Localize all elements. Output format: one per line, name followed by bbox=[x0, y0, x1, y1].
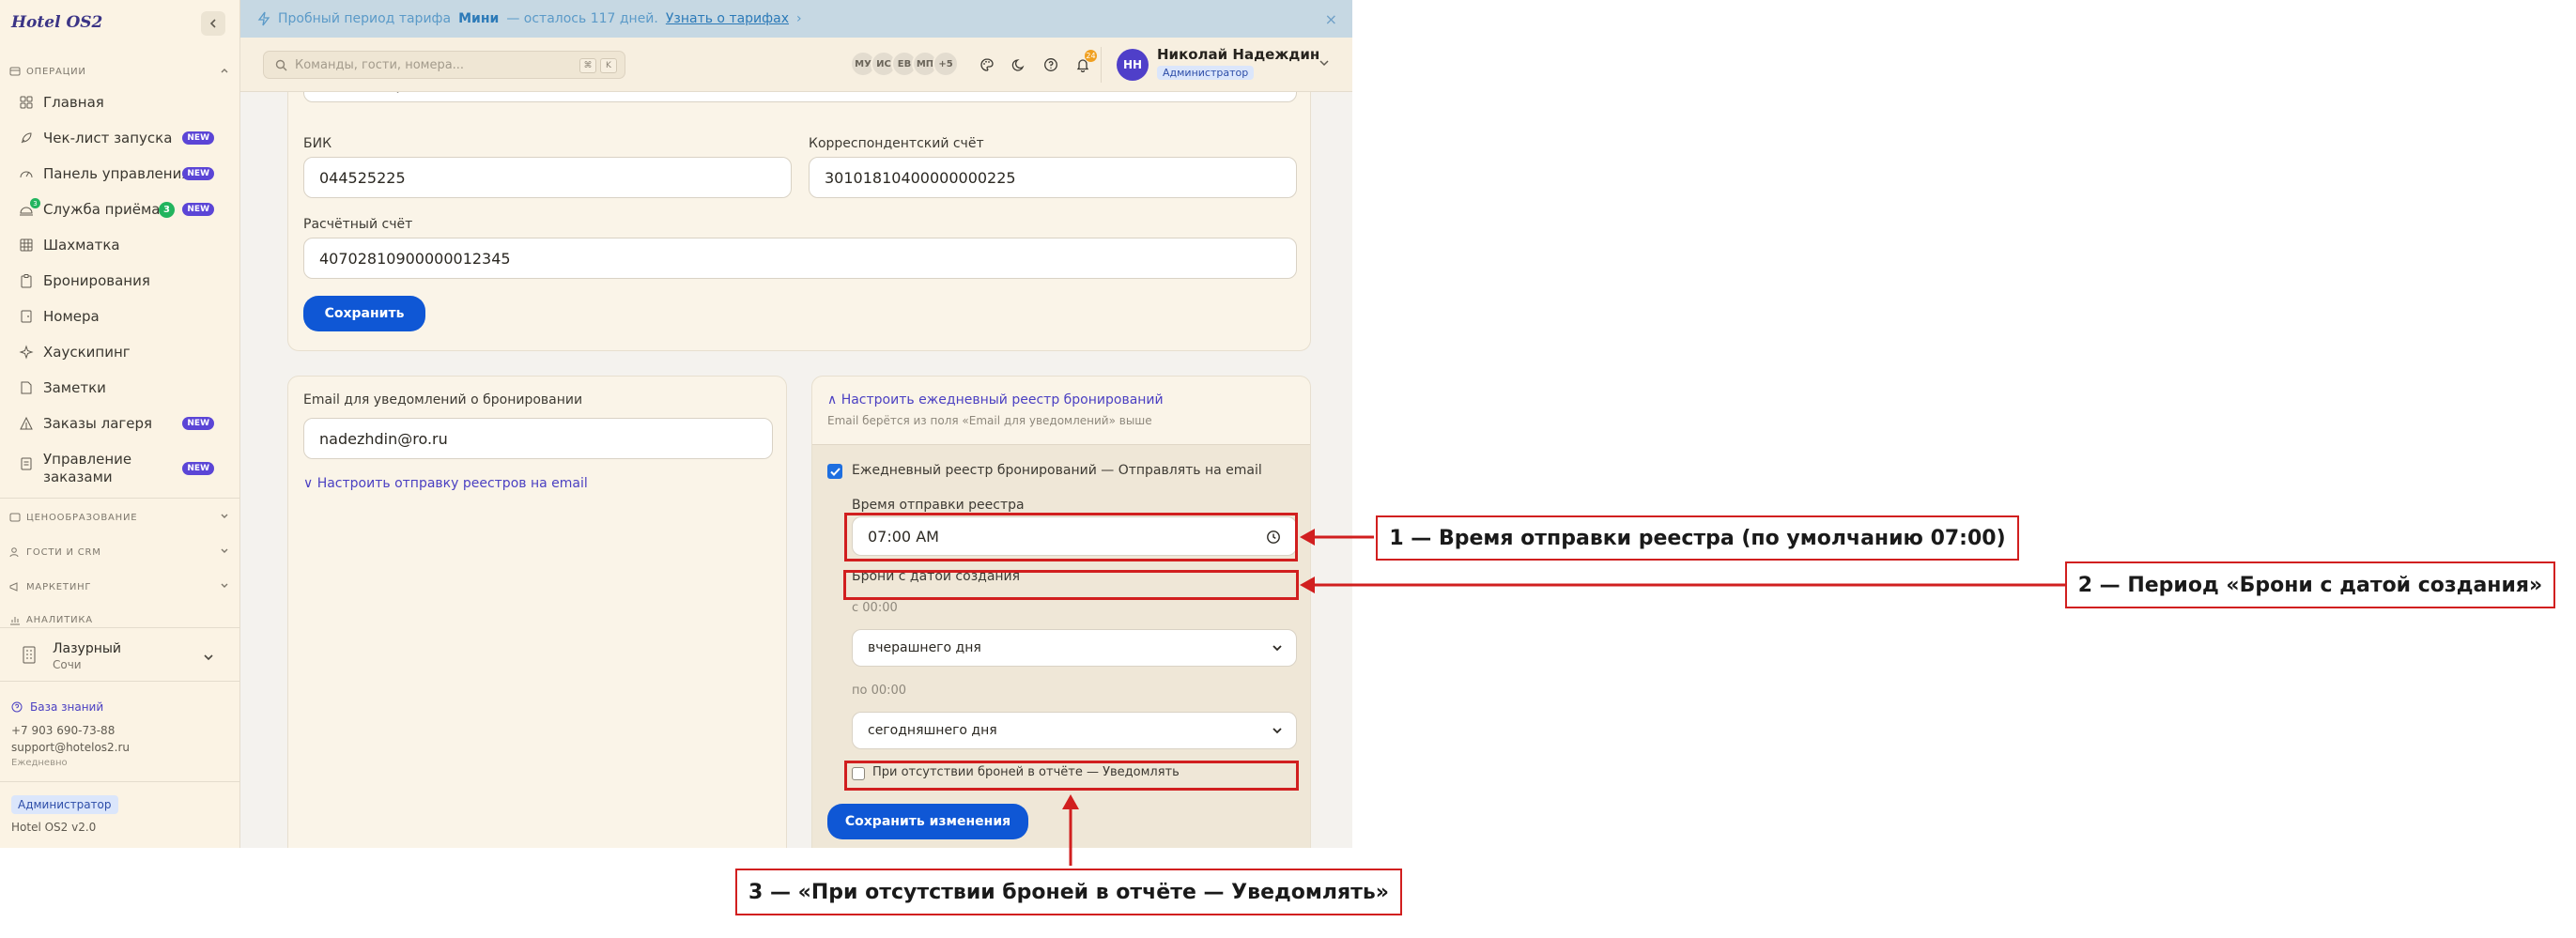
arrow-1 bbox=[1300, 529, 1374, 546]
arrow-2 bbox=[1300, 577, 2065, 593]
callout-3: 3 — «При отсутствии броней в отчёте — Ув… bbox=[735, 869, 1402, 915]
callout-2: 2 — Период «Брони с датой создания» bbox=[2065, 561, 2555, 608]
annotation-arrows bbox=[1062, 529, 2065, 866]
arrow-3 bbox=[1062, 794, 1079, 866]
callout-1: 1 — Время отправки реестра (по умолчанию… bbox=[1376, 515, 2019, 561]
